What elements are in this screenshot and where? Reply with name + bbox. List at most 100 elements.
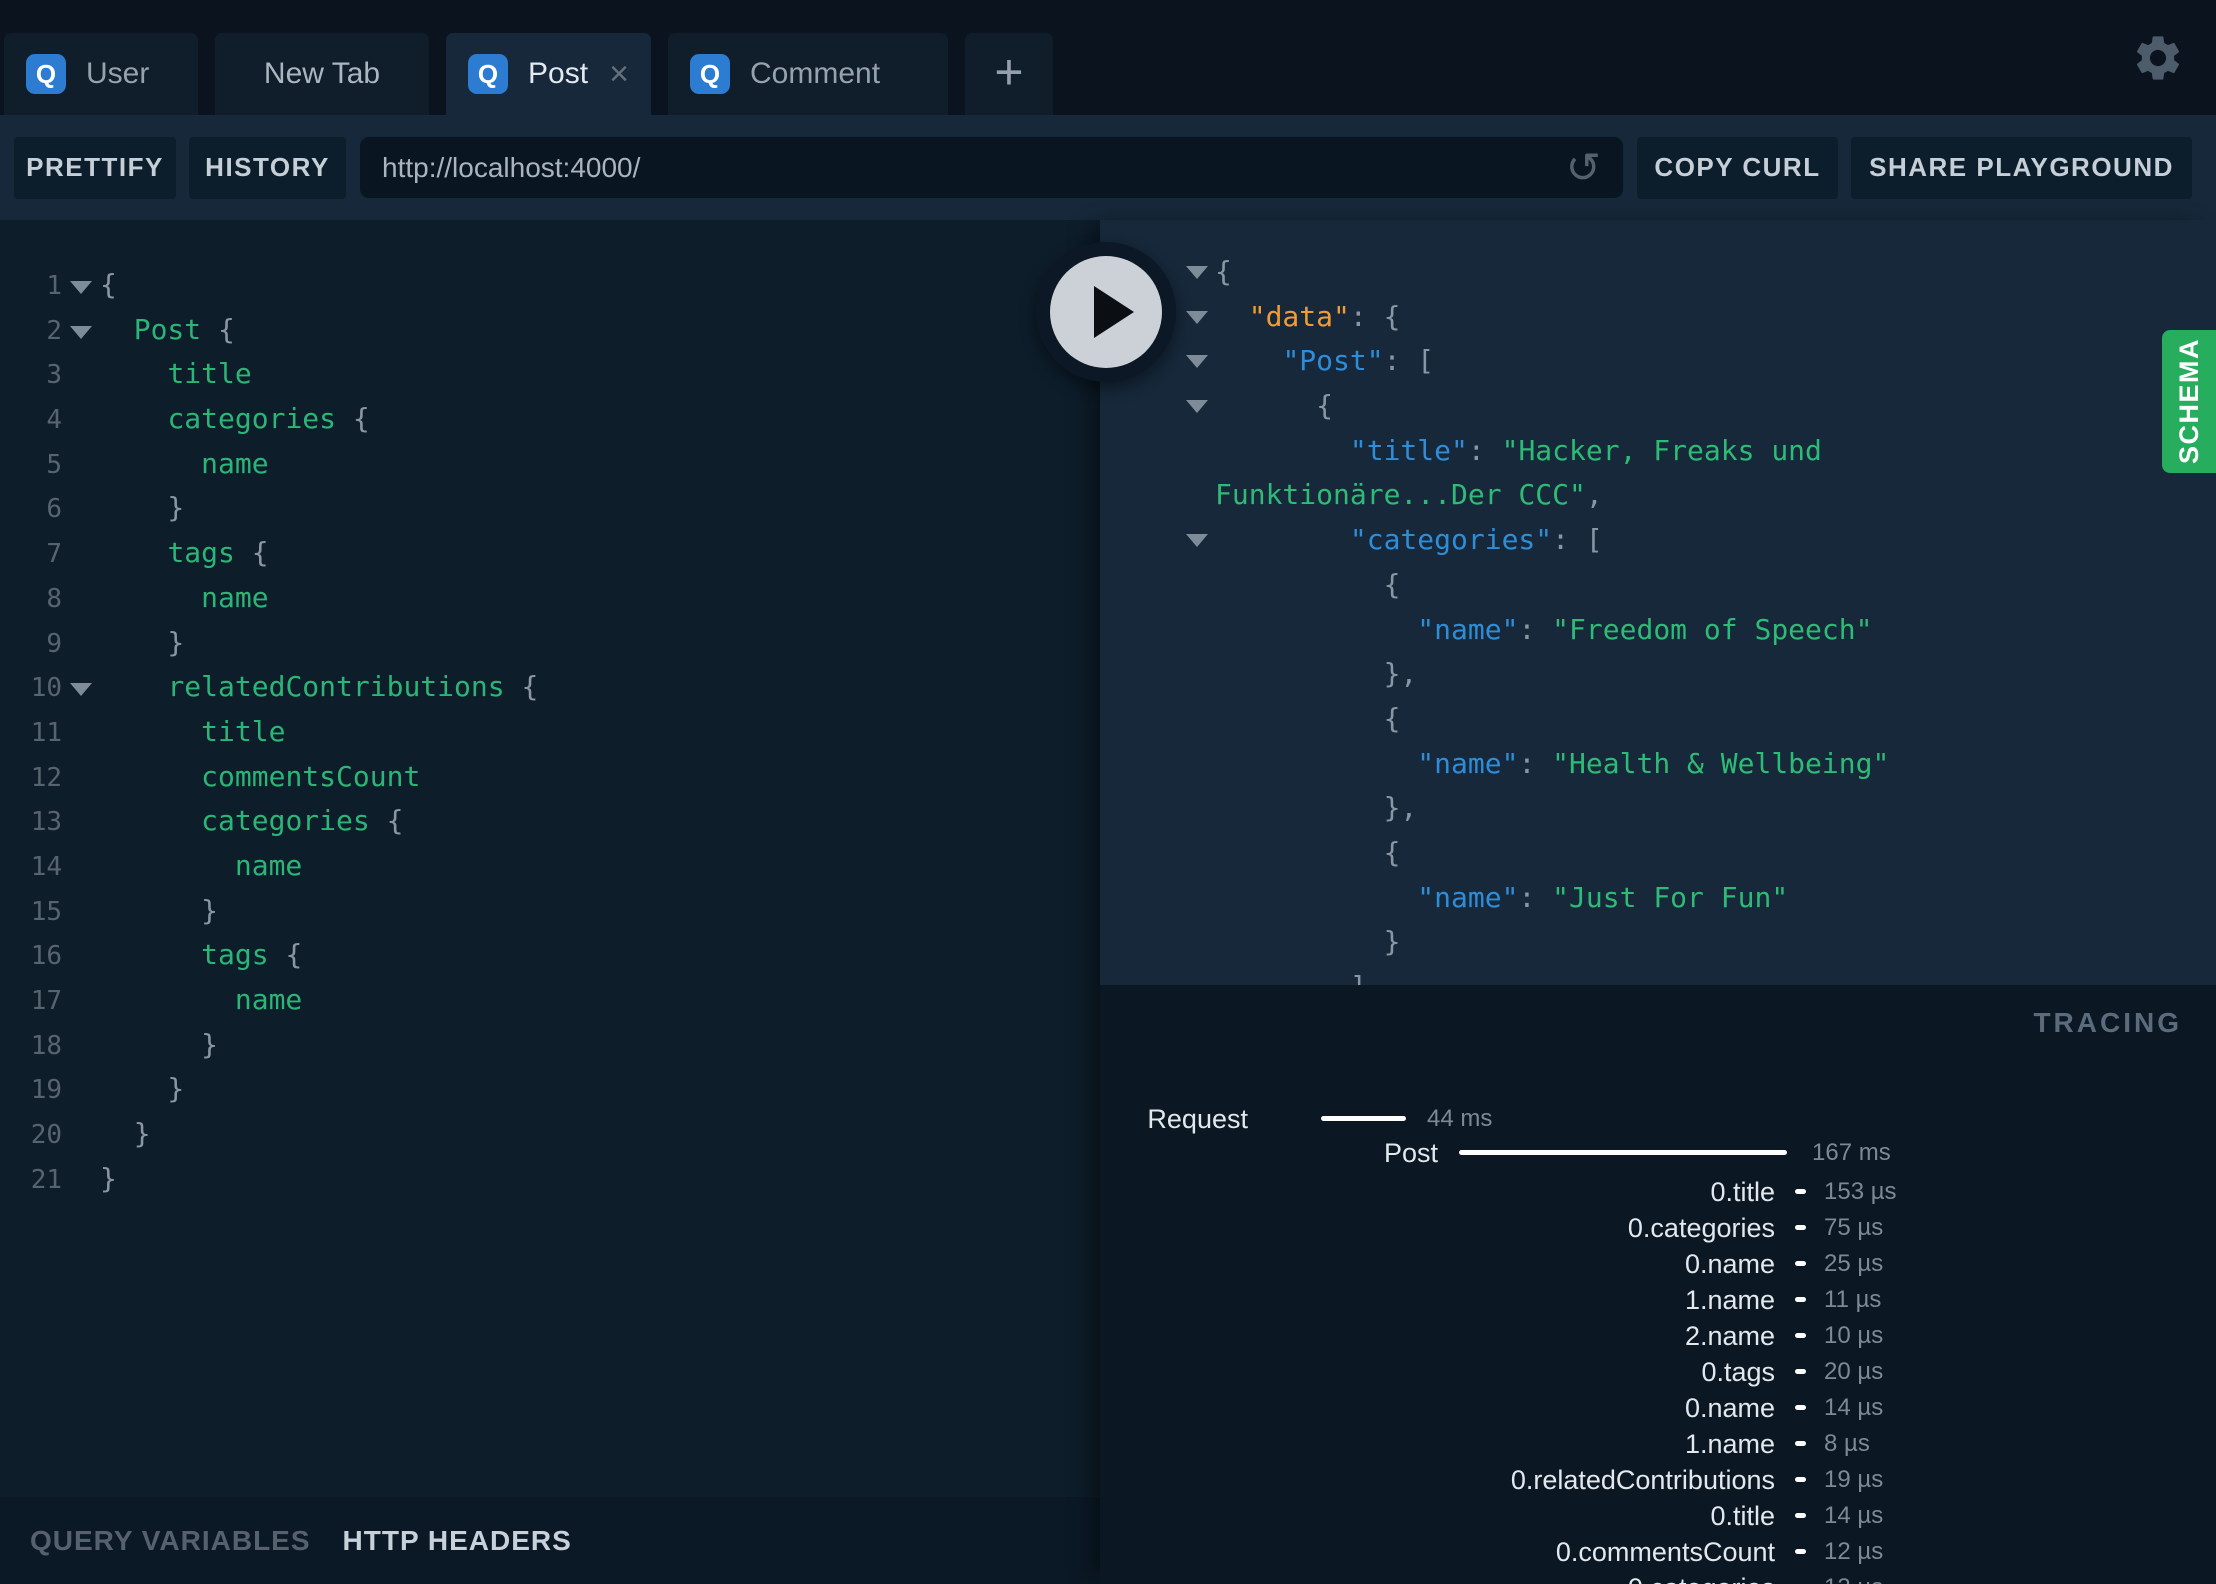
code-line: 4 categories { (0, 397, 1100, 442)
fold-arrow-icon[interactable] (70, 683, 92, 697)
tab-label: New Tab (263, 57, 381, 90)
code-line: { (1215, 567, 1401, 601)
trace-row: 0.tags 20 µs (1100, 1354, 2216, 1390)
schema-tab-button[interactable]: SCHEMA (2162, 330, 2216, 473)
execute-query-button[interactable] (1036, 242, 1176, 382)
trace-duration-value: 13 µs (1824, 1570, 1883, 1584)
line-number: 18 (30, 1030, 62, 1061)
prettify-button[interactable]: PRETTIFY (14, 136, 176, 199)
endpoint-url-input[interactable]: http://localhost:4000/ ↺ (359, 136, 1624, 199)
trace-row: Request 44 ms (1100, 1101, 2216, 1137)
trace-duration-bar (1795, 1477, 1806, 1482)
tab-label: User (86, 57, 150, 90)
trace-duration-value: 14 µs (1824, 1394, 1884, 1421)
schema-tab-label: SCHEMA (2173, 338, 2204, 465)
trace-row: 0.relatedContributions 19 µs (1100, 1462, 2216, 1498)
trace-row: 0.categories 13 µs (1100, 1570, 2216, 1584)
fold-arrow-icon[interactable] (1186, 310, 1208, 324)
trace-label: 1.name (1684, 1429, 1775, 1459)
line-number: 19 (30, 1075, 62, 1106)
trace-duration-value: 8 µs (1824, 1430, 1870, 1457)
toolbar: PRETTIFY HISTORY http://localhost:4000/ … (0, 115, 2216, 220)
fold-arrow-icon[interactable] (1186, 355, 1208, 369)
code-line: }, (1215, 791, 1418, 825)
code-line: 21} (0, 1157, 1100, 1202)
endpoint-url-value: http://localhost:4000/ (382, 151, 641, 183)
refresh-schema-icon[interactable]: ↺ (1566, 146, 1601, 189)
tab-user[interactable]: Q User (4, 33, 198, 115)
trace-duration-bar (1795, 1441, 1806, 1446)
trace-duration-value: 44 ms (1427, 1105, 1493, 1132)
trace-row: 0.title 14 µs (1100, 1498, 2216, 1534)
trace-label: 0.categories (1627, 1213, 1775, 1243)
line-number: 9 (46, 628, 62, 659)
trace-label: Post (1383, 1138, 1438, 1168)
code-line: 11 title (0, 710, 1100, 755)
trace-duration-value: 19 µs (1824, 1466, 1884, 1493)
right-column: { "data": { "Post": [ { "title": "Hacker… (1100, 220, 2216, 1584)
tab-bar: Q User New Tab Q Post × Q Comment + (0, 0, 2216, 115)
trace-label: 0.relatedContributions (1510, 1465, 1775, 1495)
tab-post[interactable]: Q Post × (446, 33, 651, 115)
code-line: "title": "Hacker, Freaks und (1349, 433, 1822, 467)
tab-new-tab[interactable]: New Tab (215, 33, 429, 115)
copy-curl-button[interactable]: COPY CURL (1637, 136, 1838, 199)
trace-duration-value: 11 µs (1824, 1286, 1882, 1313)
trace-duration-value: 14 µs (1824, 1502, 1884, 1529)
http-headers-tab[interactable]: HTTP HEADERS (343, 1525, 572, 1557)
code-line: "data": { (1100, 295, 2216, 340)
code-line: 9 } (0, 621, 1100, 666)
close-tab-icon[interactable]: × (609, 57, 629, 91)
plus-icon: + (994, 44, 1024, 100)
tab-comment[interactable]: Q Comment (668, 33, 948, 115)
trace-label: Request (1147, 1104, 1248, 1134)
trace-row: 1.name 8 µs (1100, 1426, 2216, 1462)
trace-duration-bar (1459, 1150, 1787, 1155)
code-line: "name": "Freedom of Speech" (1417, 612, 1873, 646)
code-line: 15 } (0, 889, 1100, 934)
trace-duration-bar (1795, 1549, 1806, 1554)
fold-arrow-icon[interactable] (70, 325, 92, 339)
query-variables-tab[interactable]: QUERY VARIABLES (30, 1525, 311, 1557)
code-line: "categories": [ (1100, 518, 2216, 563)
line-number: 10 (30, 673, 62, 704)
settings-gear-icon[interactable] (2131, 31, 2185, 85)
code-line: 13 categories { (0, 799, 1100, 844)
graphql-playground-window: Q User New Tab Q Post × Q Comment + PRET… (0, 0, 2216, 1584)
line-number: 13 (30, 807, 62, 838)
query-editor-pane[interactable]: 1{2 Post {3 title 4 categories {5 name 6 }… (0, 220, 1100, 1584)
line-number: 11 (30, 717, 62, 748)
trace-duration-bar (1795, 1225, 1806, 1230)
share-playground-button[interactable]: SHARE PLAYGROUND (1851, 136, 2192, 199)
fold-arrow-icon[interactable] (1186, 400, 1208, 414)
line-number: 6 (46, 494, 62, 525)
tab-strip: Q User New Tab Q Post × Q Comment + (4, 33, 1053, 115)
trace-duration-bar (1795, 1297, 1806, 1302)
code-line: 2 Post { (0, 308, 1100, 353)
history-button[interactable]: HISTORY (189, 136, 346, 199)
code-line: 3 title (0, 352, 1100, 397)
trace-duration-value: 167 ms (1812, 1139, 1891, 1166)
trace-row: 2.name 10 µs (1100, 1318, 2216, 1354)
code-line: 1{ (0, 263, 1100, 308)
trace-duration-bar (1795, 1189, 1806, 1194)
code-line: ] (1100, 965, 2216, 985)
fold-arrow-icon[interactable] (1186, 266, 1208, 279)
trace-duration-value: 10 µs (1824, 1322, 1884, 1349)
line-number: 12 (30, 762, 62, 793)
tab-label: Post (528, 57, 589, 90)
fold-arrow-icon[interactable] (1186, 534, 1208, 548)
fold-arrow-icon[interactable] (70, 281, 92, 294)
query-badge-icon: Q (26, 54, 66, 94)
trace-label: 0.title (1710, 1501, 1775, 1531)
tracing-toggle[interactable]: TRACING (2033, 1007, 2182, 1039)
code-line: }, (1215, 657, 1418, 691)
query-code: 1{2 Post {3 title 4 categories {5 name 6 }… (0, 263, 1100, 1201)
trace-row: 0.categories 75 µs (1100, 1210, 2216, 1246)
trace-duration-bar (1795, 1513, 1806, 1518)
trace-row: 0.commentsCount 12 µs (1100, 1534, 2216, 1570)
trace-duration-value: 20 µs (1824, 1358, 1884, 1385)
trace-duration-bar (1795, 1369, 1806, 1374)
add-tab-button[interactable]: + (965, 33, 1053, 115)
code-line: 7 tags { (0, 531, 1100, 576)
